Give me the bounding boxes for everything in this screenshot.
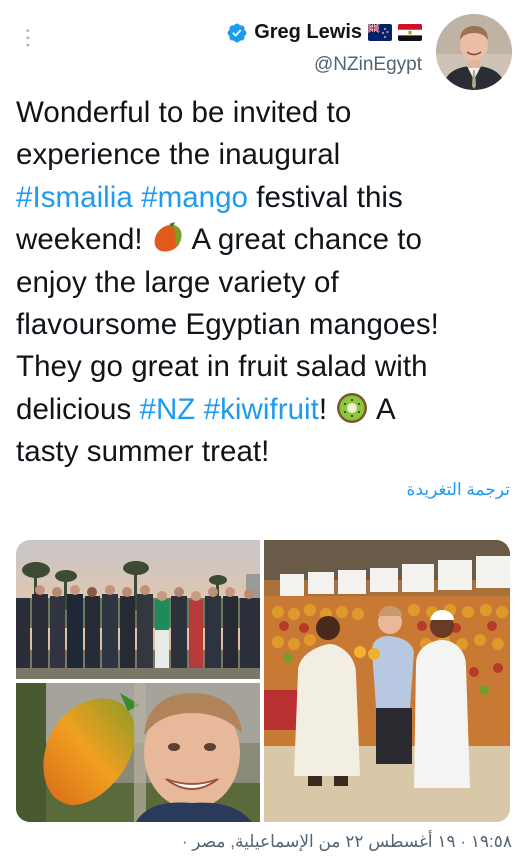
tweet-line: delicious #NZ #kiwifruit! A — [16, 389, 516, 431]
tweet-text-segment: flavoursome Egyptian mangoes! — [16, 308, 439, 342]
tweet-text-segment: enjoy the large variety of — [16, 265, 339, 299]
tweet-timestamp[interactable]: ١٩:٥٨ · ١٩ أغسطس ٢٢ من الإسماعيلية, مصر … — [182, 832, 512, 852]
tweet-line: experience the inaugural — [16, 134, 516, 176]
tweet-text: Wonderful to be invited to experience the… — [16, 92, 516, 474]
tweet-text-segment: They go great in fruit salad with — [16, 350, 428, 384]
tweet-text-segment: A — [369, 392, 396, 426]
avatar[interactable] — [436, 14, 512, 90]
tweet-line: Wonderful to be invited to — [16, 92, 516, 134]
hashtag-link[interactable]: #NZ — [139, 393, 195, 426]
tweet-text-segment: tasty summer treat! — [16, 435, 270, 469]
tweet-text-segment: experience the inaugural — [16, 138, 341, 172]
tweet-header: Greg Lewis @NZinEgypt — [226, 14, 512, 90]
kiwi-emoji-icon — [335, 391, 369, 425]
tweet-text-segment: Wonderful to be invited to — [16, 96, 352, 129]
mango-emoji-icon — [151, 221, 185, 255]
tweet-text-segment: delicious — [16, 392, 140, 426]
media-grid — [16, 540, 510, 822]
tweet-line: tasty summer treat! — [16, 431, 516, 473]
tweet-text-segment: A great chance to — [184, 223, 423, 257]
tweet-text-segment — [195, 393, 203, 426]
more-vertical-icon: ⋯ — [16, 27, 41, 49]
display-name-row[interactable]: Greg Lewis — [226, 21, 422, 44]
tweet-text-segment: weekend! — [16, 223, 151, 257]
tweet-line: They go great in fruit salad with — [16, 346, 516, 388]
egypt-flag-icon — [398, 24, 422, 41]
media-photo-group[interactable] — [16, 540, 260, 679]
more-options-button[interactable]: ⋯ — [16, 24, 41, 52]
tweet-line: enjoy the large variety of — [16, 262, 516, 304]
verified-badge-icon — [227, 23, 247, 42]
hashtag-link[interactable]: #mango — [141, 181, 248, 214]
avatar-photo — [436, 14, 512, 90]
media-photo-stall[interactable] — [264, 540, 510, 822]
tweet-text-segment: ! — [318, 392, 336, 426]
hashtag-link[interactable]: #Ismailia — [16, 181, 133, 214]
author-names: Greg Lewis @NZinEgypt — [226, 14, 422, 76]
tweet-line: #Ismailia #mango festival this — [16, 177, 516, 219]
hashtag-link[interactable]: #kiwifruit — [204, 393, 319, 426]
tweet-text-segment — [133, 181, 141, 214]
translate-tweet-link[interactable]: ترجمة التغريدة — [407, 480, 510, 500]
handle[interactable]: @NZinEgypt — [226, 54, 422, 76]
tweet-text-segment: festival this — [248, 180, 403, 214]
tweet-line: flavoursome Egyptian mangoes! — [16, 304, 516, 346]
new-zealand-flag-icon — [368, 24, 392, 41]
media-photo-selfie[interactable] — [16, 683, 260, 822]
tweet-line: weekend! A great chance to — [16, 219, 516, 261]
display-name: Greg Lewis — [254, 21, 362, 43]
